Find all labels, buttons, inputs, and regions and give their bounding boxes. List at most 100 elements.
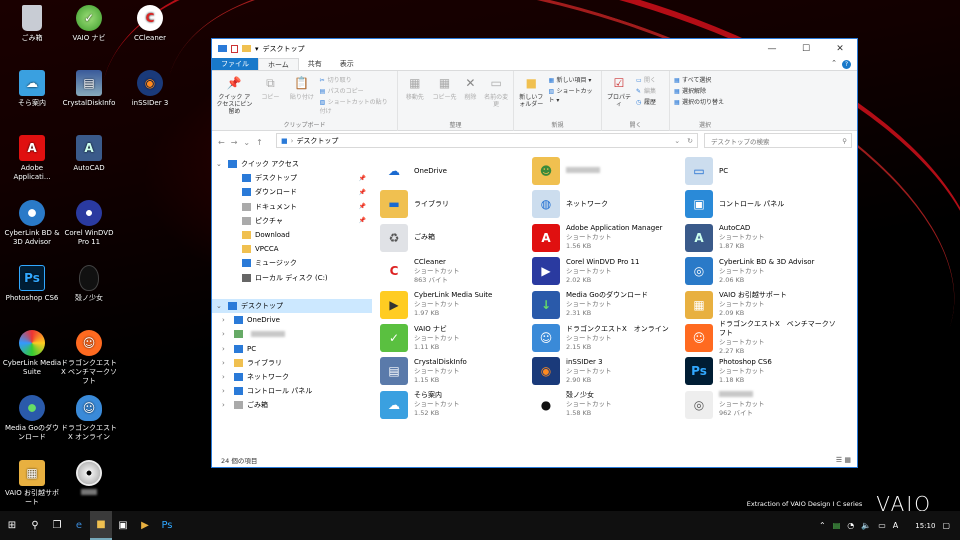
file-item[interactable]: ◍ ネットワーク — [532, 188, 684, 220]
desktop-icon-recycle-bin[interactable]: ごみ箱 — [2, 5, 62, 43]
help-icon[interactable]: ? — [842, 60, 851, 69]
tab-view[interactable]: 表示 — [331, 58, 363, 70]
refresh-icon[interactable]: ↻ — [687, 137, 693, 145]
tab-file[interactable]: ファイル — [212, 58, 258, 70]
notification-icon[interactable]: ▭ — [878, 521, 886, 530]
search-button[interactable]: ⚲ — [24, 511, 46, 540]
desktop-icon-windvd[interactable]: Corel WinDVD Pro 11 — [59, 200, 119, 247]
large-icons-view-icon[interactable]: ▦ — [844, 456, 851, 464]
nav-item[interactable]: ダウンロード 📌 — [212, 185, 372, 199]
desktop-icon-inssider[interactable]: ◉ inSSIDer 3 — [120, 70, 180, 108]
desktop-icon-autocad[interactable]: A AutoCAD — [59, 135, 119, 173]
nav-item[interactable]: › ごみ箱 — [212, 398, 372, 412]
file-item[interactable]: ↓ Media Goのダウンロード ショートカット 2.31 KB — [532, 289, 684, 321]
store-icon[interactable]: ▣ — [112, 511, 134, 540]
file-item[interactable]: ▦ VAIO お引越サポート ショートカット 2.09 KB — [685, 289, 837, 321]
desktop-icon-disc[interactable] — [59, 460, 119, 498]
clock[interactable]: 15:10 — [915, 522, 935, 530]
expand-chevron-icon[interactable]: › — [222, 387, 230, 395]
recent-dropdown-icon[interactable]: ⌄ — [243, 138, 250, 147]
new-item-button[interactable]: ▦ 新しい項目 ▾ — [548, 75, 597, 84]
nav-item[interactable]: › ライブラリ — [212, 356, 372, 370]
file-item[interactable]: Ps Photoshop CS6 ショートカット 1.18 KB — [685, 355, 837, 387]
action-center-icon[interactable]: ▢ — [942, 521, 950, 530]
nav-item[interactable]: Download — [212, 228, 372, 242]
select-none-button[interactable]: ▦ 選択解除 — [674, 86, 724, 95]
volume-icon[interactable]: 🔈 — [861, 521, 871, 530]
file-item[interactable]: C CCleaner ショートカット 863 バイト — [380, 255, 532, 287]
nav-item[interactable]: ⌄ デスクトップ — [212, 298, 372, 314]
desktop-icon-photoshop[interactable]: Ps Photoshop CS6 — [2, 265, 62, 303]
expand-chevron-icon[interactable]: › — [222, 359, 230, 367]
desktop-icon-vaio-moving[interactable]: ▦ VAIO お引越サポート — [2, 460, 62, 507]
quick-access-dropdown-icon[interactable]: ▾ — [255, 45, 259, 53]
expand-chevron-icon[interactable]: › — [222, 373, 230, 381]
desktop-icon-cyberlink-bd[interactable]: CyberLink BD & 3D Advisor — [2, 200, 62, 247]
close-button[interactable]: ✕ — [823, 39, 857, 58]
details-view-icon[interactable]: ☰ — [836, 456, 842, 464]
nav-item[interactable]: ピクチャ 📌 — [212, 214, 372, 228]
file-item[interactable]: ☁ OneDrive — [380, 155, 532, 187]
file-item[interactable]: ▬ ライブラリ — [380, 188, 532, 220]
expand-chevron-icon[interactable]: › — [222, 316, 230, 324]
file-item[interactable]: ☻ — [532, 155, 684, 187]
chevron-up-icon[interactable]: ⌃ — [819, 521, 826, 530]
task-view-button[interactable]: ❐ — [46, 511, 68, 540]
history-button[interactable]: ◷ 履歴 — [636, 97, 656, 106]
file-item[interactable]: ▤ CrystalDiskInfo ショートカット 1.15 KB — [380, 355, 532, 387]
nav-item[interactable]: ドキュメント 📌 — [212, 200, 372, 214]
forward-icon[interactable]: → — [231, 138, 238, 147]
select-all-button[interactable]: ▦ すべて選択 — [674, 75, 724, 84]
address-bar[interactable]: ■ › デスクトップ ⌄ ↻ — [276, 133, 698, 148]
file-item[interactable]: ◉ inSSIDer 3 ショートカット 2.90 KB — [532, 355, 684, 387]
paste-shortcut-button[interactable]: ▧ ショートカットの貼り付け — [320, 97, 393, 115]
nav-item[interactable]: › ネットワーク — [212, 370, 372, 384]
nav-item[interactable]: ⌄ クイック アクセス — [212, 157, 372, 171]
search-input[interactable]: デスクトップの検索 ⚲ — [704, 133, 852, 148]
nav-item[interactable]: › PC — [212, 341, 372, 355]
file-item[interactable]: A Adobe Application Manager ショートカット 1.56 KB — [532, 222, 684, 254]
edit-button[interactable]: ✎ 編集 — [636, 86, 656, 95]
file-item[interactable]: ◎ CyberLink BD & 3D Advisor ショートカット 2.06 KB — [685, 255, 837, 287]
nav-item[interactable]: › — [212, 327, 372, 341]
file-item[interactable]: ♻ ごみ箱 — [380, 222, 532, 254]
nav-item[interactable]: › コントロール パネル — [212, 384, 372, 398]
start-button[interactable]: ⊞ — [0, 511, 24, 540]
file-item[interactable]: ☁ そら案内 ショートカット 1.52 KB — [380, 389, 532, 421]
new-folder-quick-icon[interactable] — [242, 45, 251, 52]
app-tray-icon[interactable]: ▤ — [833, 521, 841, 530]
expand-chevron-icon[interactable]: ⌄ — [216, 302, 224, 310]
expand-chevron-icon[interactable]: › — [222, 401, 230, 409]
nav-item[interactable]: VPCCA — [212, 242, 372, 256]
file-item[interactable]: ● 殻ノ少女 ショートカット 1.58 KB — [532, 389, 684, 421]
cut-button[interactable]: ✂ 切り取り — [320, 75, 393, 84]
desktop-icon-dq-online[interactable]: ☺ ドラゴンクエストX オンライン — [59, 395, 119, 442]
expand-chevron-icon[interactable]: › — [222, 330, 230, 338]
open-button[interactable]: ▭ 開く — [636, 75, 656, 84]
file-item[interactable]: ▶ CyberLink Media Suite ショートカット 1.97 KB — [380, 289, 532, 321]
back-icon[interactable]: ← — [218, 138, 225, 147]
file-item[interactable]: ☺ ドラゴンクエストX ベンチマークソフト ショートカット 2.27 KB — [685, 320, 837, 355]
desktop-icon-ccleaner[interactable]: C CCleaner — [120, 5, 180, 43]
file-item[interactable]: ▣ コントロール パネル — [685, 188, 837, 220]
file-item[interactable]: A AutoCAD ショートカット 1.87 KB — [685, 222, 837, 254]
maximize-button[interactable]: ☐ — [789, 39, 823, 58]
tab-share[interactable]: 共有 — [299, 58, 331, 70]
expand-chevron-icon[interactable]: ⌄ — [216, 160, 224, 168]
invert-selection-button[interactable]: ▦ 選択の切り替え — [674, 97, 724, 106]
tab-home[interactable]: ホーム — [258, 58, 299, 70]
properties-quick-icon[interactable] — [231, 44, 238, 53]
nav-item[interactable]: ミュージック — [212, 256, 372, 270]
photoshop-taskbar-icon[interactable]: Ps — [156, 511, 178, 540]
file-item[interactable]: ◎ ショートカット 962 バイト — [685, 389, 837, 421]
network-icon[interactable]: ◔ — [847, 521, 854, 530]
file-item[interactable]: ▭ PC — [685, 155, 837, 187]
minimize-button[interactable]: — — [755, 39, 789, 58]
easy-access-button[interactable]: ▧ ショートカット ▾ — [548, 86, 597, 104]
file-explorer-icon[interactable]: ■ — [90, 511, 112, 540]
edge-icon[interactable]: e — [68, 511, 90, 540]
desktop-icon-adobe[interactable]: A Adobe Applicati... — [2, 135, 62, 182]
ime-indicator[interactable]: A — [893, 521, 898, 530]
media-player-icon[interactable]: ▶ — [134, 511, 156, 540]
copy-path-button[interactable]: ▤ パスのコピー — [320, 86, 393, 95]
